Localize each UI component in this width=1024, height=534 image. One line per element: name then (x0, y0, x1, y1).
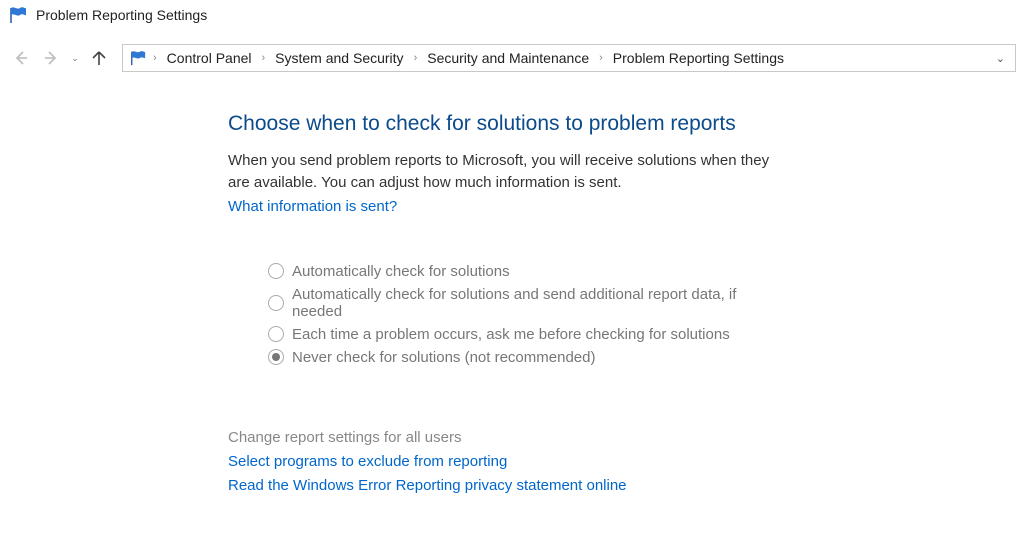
option-auto-check-send: Automatically check for solutions and se… (268, 286, 780, 320)
breadcrumb-system-security[interactable]: System and Security (271, 48, 407, 68)
breadcrumb-control-panel[interactable]: Control Panel (163, 48, 256, 68)
recent-locations-dropdown[interactable]: ⌄ (68, 53, 82, 64)
exclude-programs-link[interactable]: Select programs to exclude from reportin… (228, 450, 780, 474)
up-button[interactable] (86, 45, 112, 71)
action-center-flag-icon (129, 50, 147, 66)
footer-links: Change report settings for all users Sel… (228, 426, 780, 498)
radio-icon (268, 295, 284, 311)
nav-bar: ⌄ › Control Panel › System and Security … (0, 44, 1024, 72)
option-label: Automatically check for solutions (292, 263, 510, 280)
title-bar: Problem Reporting Settings (0, 0, 1024, 26)
radio-icon (268, 263, 284, 279)
address-bar[interactable]: › Control Panel › System and Security › … (122, 44, 1016, 72)
chevron-right-icon: › (153, 52, 157, 64)
option-label: Never check for solutions (not recommend… (292, 349, 595, 366)
option-auto-check: Automatically check for solutions (268, 263, 780, 280)
page-description: When you send problem reports to Microso… (228, 150, 780, 194)
option-never-check: Never check for solutions (not recommend… (268, 349, 780, 366)
option-label: Each time a problem occurs, ask me befor… (292, 326, 730, 343)
back-button[interactable] (8, 45, 34, 71)
privacy-statement-link[interactable]: Read the Windows Error Reporting privacy… (228, 474, 780, 498)
what-info-link[interactable]: What information is sent? (228, 198, 397, 215)
option-label: Automatically check for solutions and se… (292, 286, 780, 320)
radio-icon (268, 349, 284, 365)
option-ask-each-time: Each time a problem occurs, ask me befor… (268, 326, 780, 343)
chevron-right-icon: › (262, 52, 266, 64)
address-dropdown[interactable]: ⌄ (992, 50, 1009, 67)
options-group: Automatically check for solutions Automa… (268, 263, 780, 366)
forward-button[interactable] (38, 45, 64, 71)
chevron-right-icon: › (414, 52, 418, 64)
page-heading: Choose when to check for solutions to pr… (228, 112, 780, 136)
change-all-users-link[interactable]: Change report settings for all users (228, 426, 780, 450)
breadcrumb-security-maintenance[interactable]: Security and Maintenance (423, 48, 593, 68)
chevron-right-icon: › (599, 52, 603, 64)
breadcrumb-problem-reporting[interactable]: Problem Reporting Settings (609, 48, 788, 68)
content-area: Choose when to check for solutions to pr… (0, 72, 780, 498)
radio-icon (268, 326, 284, 342)
window-title: Problem Reporting Settings (36, 7, 207, 23)
action-center-flag-icon (8, 6, 28, 24)
